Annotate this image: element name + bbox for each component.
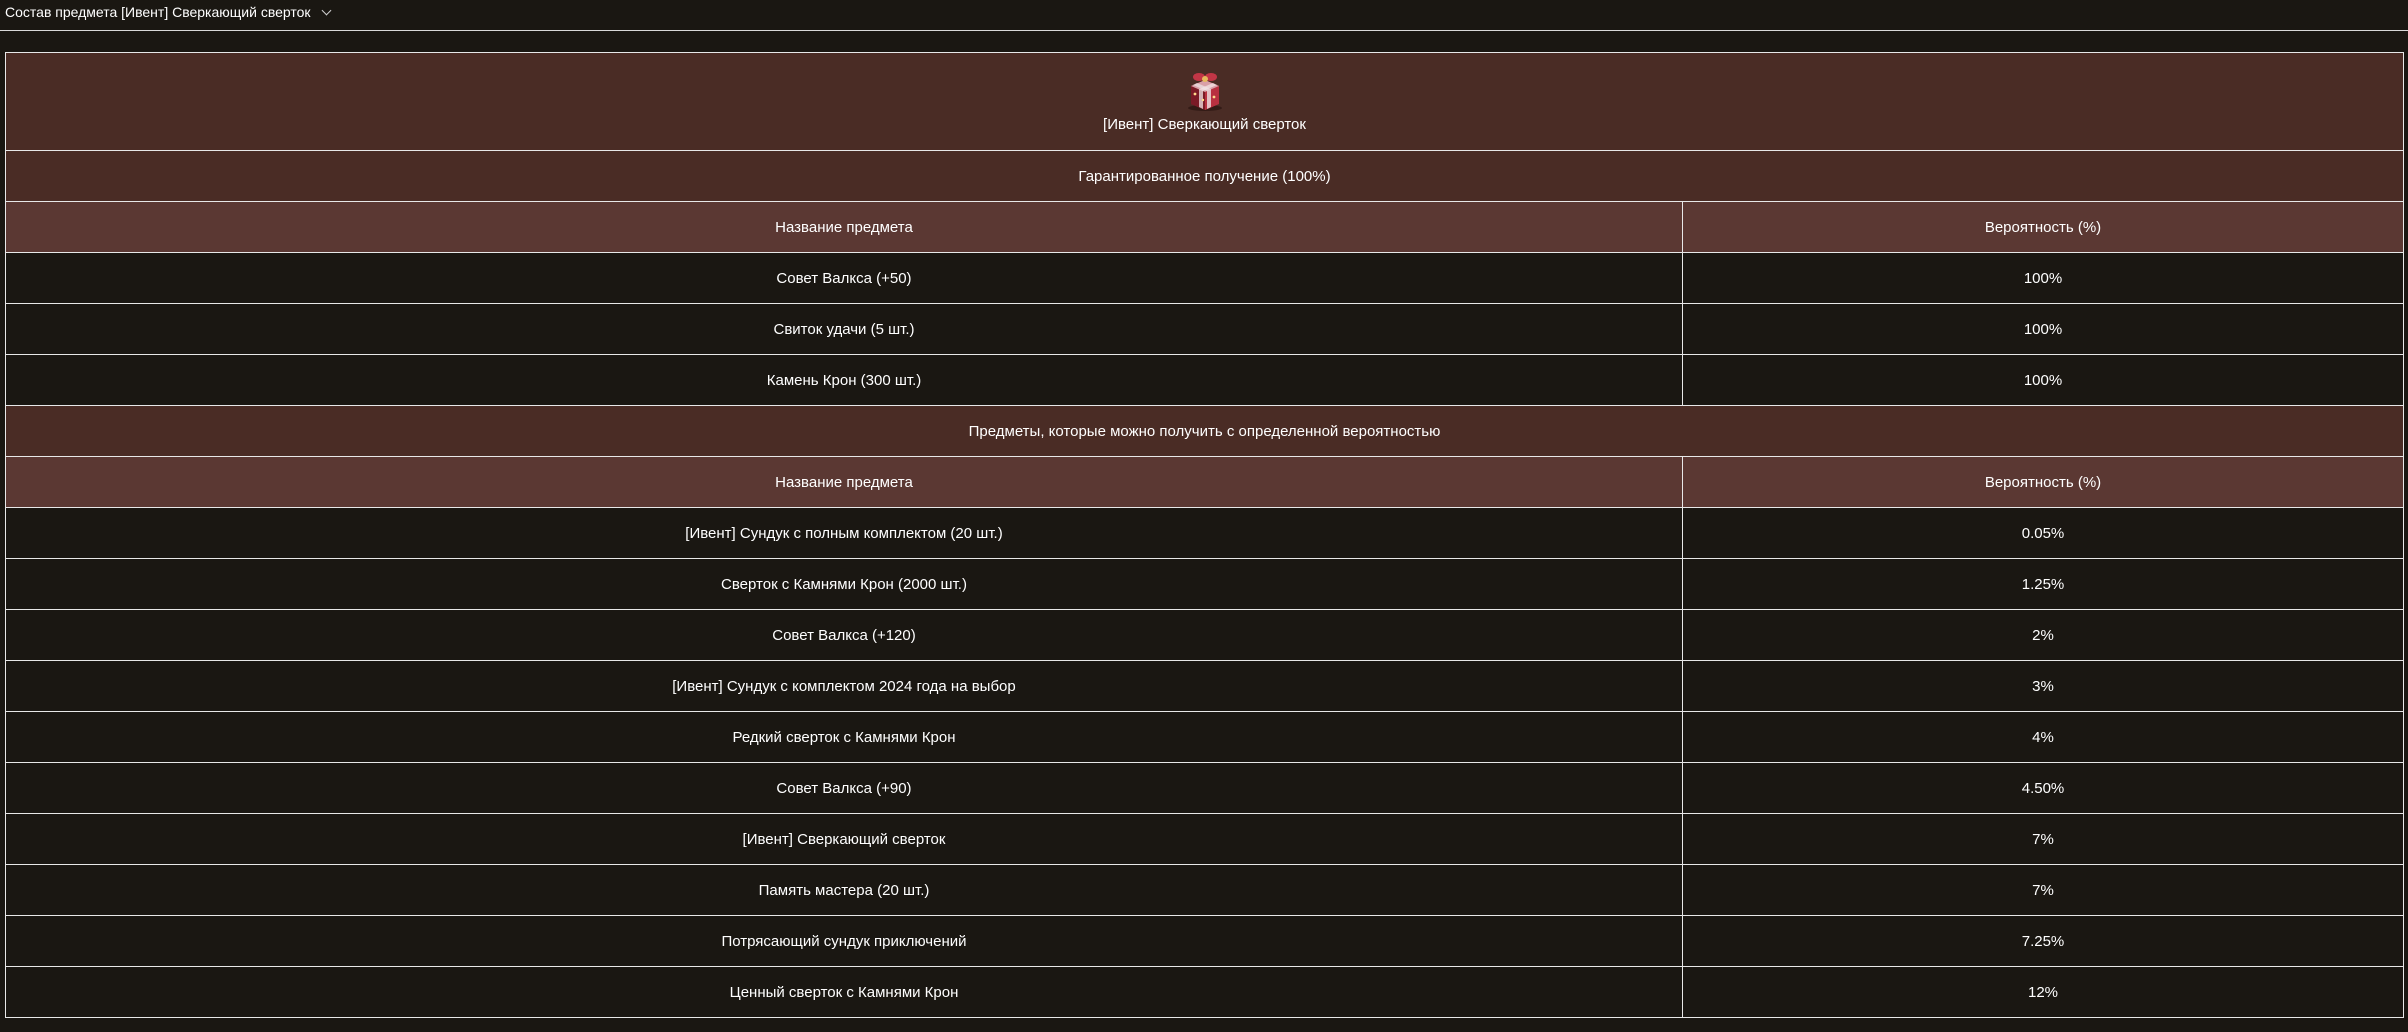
table-row: Ценный сверток с Камнями Крон 12%: [5, 966, 2405, 1018]
probability-cell: 100%: [1681, 252, 2405, 304]
item-name-cell: Потрясающий сундук приключений: [5, 915, 1683, 967]
probability-cell: 3%: [1681, 660, 2405, 712]
column-header-row: Название предмета Вероятность (%): [5, 201, 2405, 253]
item-contents-table-wrapper: [Ивент] Сверкающий сверток Гарантированн…: [4, 52, 2405, 1018]
probability-cell: 7%: [1681, 813, 2405, 865]
table-row: Свиток удачи (5 шт.) 100%: [5, 303, 2405, 355]
item-name-cell: Совет Валкса (+120): [5, 609, 1683, 661]
probability-cell: 0.05%: [1681, 507, 2405, 559]
header-title: Состав предмета [Ивент] Сверкающий сверт…: [5, 4, 311, 20]
probability-cell: 12%: [1681, 966, 2405, 1018]
item-name-cell: [Ивент] Сундук с полным комплектом (20 ш…: [5, 507, 1683, 559]
item-contents-table: [Ивент] Сверкающий сверток Гарантированн…: [4, 52, 2405, 1018]
table-row: Редкий сверток с Камнями Крон 4%: [5, 711, 2405, 763]
column-header-probability: Вероятность (%): [1681, 456, 2405, 508]
item-name-cell: Камень Крон (300 шт.): [5, 354, 1683, 406]
table-row: Совет Валкса (+50) 100%: [5, 252, 2405, 304]
table-row: Камень Крон (300 шт.) 100%: [5, 354, 2405, 406]
table-row: [Ивент] Сундук с комплектом 2024 года на…: [5, 660, 2405, 712]
probability-cell: 7%: [1681, 864, 2405, 916]
item-header-cell: [Ивент] Сверкающий сверток: [4, 52, 2405, 151]
column-header-probability: Вероятность (%): [1681, 201, 2405, 253]
gift-box-icon: [1183, 70, 1227, 112]
item-name-cell: Ценный сверток с Камнями Крон: [5, 966, 1683, 1018]
probability-cell: 4.50%: [1681, 762, 2405, 814]
item-name-cell: Память мастера (20 шт.): [5, 864, 1683, 916]
item-name: [Ивент] Сверкающий сверток: [1103, 116, 1306, 133]
item-name-cell: Редкий сверток с Камнями Крон: [5, 711, 1683, 763]
item-name-cell: Совет Валкса (+90): [5, 762, 1683, 814]
item-name-cell: Сверток с Камнями Крон (2000 шт.): [5, 558, 1683, 610]
table-row: Потрясающий сундук приключений 7.25%: [5, 915, 2405, 967]
section-title-row: Гарантированное получение (100%): [4, 150, 2405, 202]
column-header-name: Название предмета: [5, 201, 1683, 253]
table-row: Совет Валкса (+120) 2%: [5, 609, 2405, 661]
section-title: Гарантированное получение (100%): [4, 150, 2405, 202]
probability-cell: 100%: [1681, 354, 2405, 406]
collapsible-toggle[interactable]: Состав предмета [Ивент] Сверкающий сверт…: [5, 4, 331, 20]
item-name-cell: [Ивент] Сундук с комплектом 2024 года на…: [5, 660, 1683, 712]
item-header-row: [Ивент] Сверкающий сверток: [4, 52, 2405, 151]
table-row: [Ивент] Сундук с полным комплектом (20 ш…: [5, 507, 2405, 559]
item-name-cell: Свиток удачи (5 шт.): [5, 303, 1683, 355]
probability-cell: 2%: [1681, 609, 2405, 661]
probability-cell: 100%: [1681, 303, 2405, 355]
column-header-row: Название предмета Вероятность (%): [5, 456, 2405, 508]
probability-cell: 1.25%: [1681, 558, 2405, 610]
table-row: [Ивент] Сверкающий сверток 7%: [5, 813, 2405, 865]
table-row: Память мастера (20 шт.) 7%: [5, 864, 2405, 916]
table-row: Сверток с Камнями Крон (2000 шт.) 1.25%: [5, 558, 2405, 610]
item-name-cell: [Ивент] Сверкающий сверток: [5, 813, 1683, 865]
probability-cell: 4%: [1681, 711, 2405, 763]
probability-cell: 7.25%: [1681, 915, 2405, 967]
chevron-down-icon: [321, 5, 331, 16]
column-header-name: Название предмета: [5, 456, 1683, 508]
table-row: Совет Валкса (+90) 4.50%: [5, 762, 2405, 814]
collapsible-header: Состав предмета [Ивент] Сверкающий сверт…: [0, 0, 2408, 31]
section-title-row: Предметы, которые можно получить с опред…: [4, 405, 2405, 457]
item-name-cell: Совет Валкса (+50): [5, 252, 1683, 304]
section-title: Предметы, которые можно получить с опред…: [4, 405, 2405, 457]
